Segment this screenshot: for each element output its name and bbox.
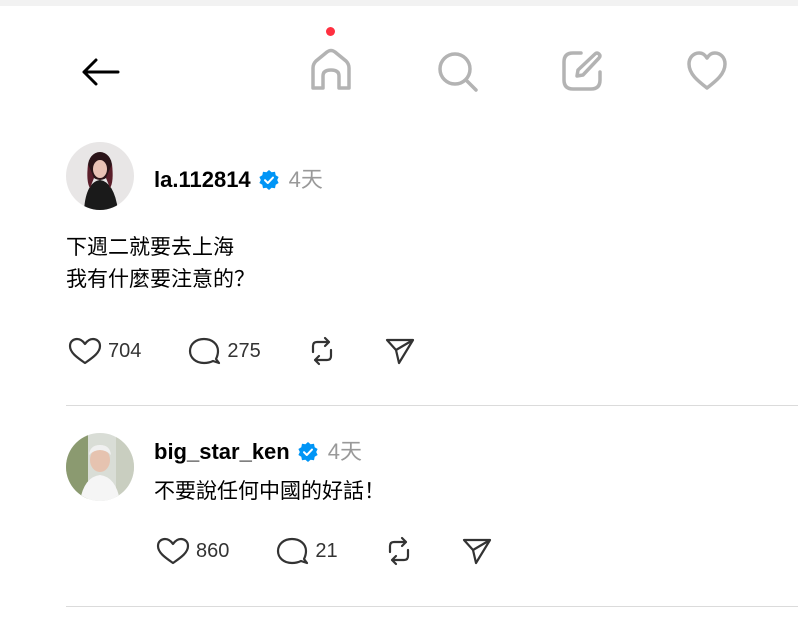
share-button[interactable] — [383, 336, 417, 366]
post-time: 4天 — [327, 439, 362, 464]
post-header: big_star_ken 4天 — [154, 434, 362, 466]
repost-icon — [388, 536, 409, 566]
post-divider — [66, 606, 798, 607]
like-button[interactable]: 704 — [66, 336, 141, 366]
avatar[interactable] — [66, 433, 134, 501]
reply-button[interactable]: 21 — [273, 536, 338, 566]
post-text-line: 下週二就要去上海 — [66, 236, 234, 259]
heart-icon — [687, 51, 727, 90]
reply-count: 275 — [227, 339, 261, 362]
post-divider — [66, 405, 798, 406]
top-navigation — [0, 0, 798, 130]
post-text-line: 不要說任何中國的好話！ — [154, 480, 385, 503]
comment-icon — [277, 537, 309, 565]
like-count: 860 — [196, 539, 230, 562]
post-text: 下週二就要去上海 我有什麼要注意的？ — [66, 232, 255, 296]
search-icon — [438, 52, 478, 92]
avatar-image — [66, 433, 134, 501]
send-icon — [462, 538, 491, 565]
compose-tab[interactable] — [557, 46, 607, 96]
search-tab[interactable] — [432, 46, 482, 96]
post-actions: 860 21 — [154, 536, 538, 566]
post-header: la.112814 4天 — [154, 162, 323, 194]
avatar[interactable] — [66, 142, 134, 210]
like-count: 704 — [108, 339, 142, 362]
avatar-image — [66, 142, 134, 210]
send-icon — [385, 338, 414, 365]
home-tab[interactable] — [306, 46, 356, 96]
repost-button[interactable] — [305, 336, 339, 366]
post-actions: 704 275 — [66, 336, 461, 366]
notification-dot — [326, 27, 335, 36]
heart-icon — [68, 337, 102, 365]
post-text-line: 我有什麼要注意的？ — [66, 268, 255, 291]
reply-count: 21 — [315, 539, 338, 562]
like-button[interactable]: 860 — [154, 536, 229, 566]
compose-icon — [562, 51, 602, 91]
comment-icon — [189, 337, 221, 365]
back-button[interactable] — [78, 52, 122, 92]
home-icon — [311, 48, 351, 90]
post-time: 4天 — [288, 167, 323, 192]
arrow-left-icon — [82, 58, 120, 86]
post-text: 不要說任何中國的好話！ — [154, 476, 385, 508]
heart-icon — [156, 537, 190, 565]
activity-tab[interactable] — [682, 46, 732, 96]
username[interactable]: la.112814 — [154, 167, 251, 192]
verified-badge-icon — [259, 170, 279, 190]
verified-badge-icon — [298, 442, 318, 462]
username[interactable]: big_star_ken — [154, 439, 290, 464]
share-button[interactable] — [460, 536, 494, 566]
reply-button[interactable]: 275 — [185, 336, 261, 366]
repost-button[interactable] — [382, 536, 416, 566]
repost-icon — [311, 336, 332, 366]
